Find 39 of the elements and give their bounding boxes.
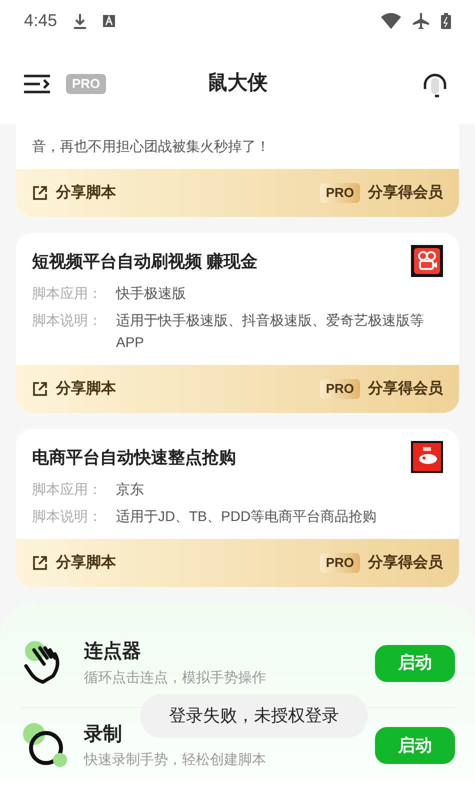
share-script-button[interactable]: 分享脚本: [32, 182, 116, 204]
status-time: 4:45: [24, 10, 58, 32]
field-label: 脚本应用：: [32, 284, 103, 303]
script-title: 短视频平台自动刷视频 赚现金: [32, 251, 258, 273]
share-member-button[interactable]: 分享得会员: [368, 182, 443, 204]
app-title: 鼠大侠: [208, 71, 268, 96]
field-label: 脚本应用：: [32, 480, 103, 499]
tool-description: 循环点击连点，模拟手势操作: [84, 668, 266, 687]
shopping-app-icon: [411, 441, 443, 473]
tool-name: 录制: [84, 722, 122, 747]
airplane-icon: [413, 13, 429, 29]
menu-icon[interactable]: [24, 74, 50, 94]
share-icon: [32, 185, 48, 201]
share-icon: [32, 555, 48, 571]
tool-description: 快速录制手势，轻松创建脚本: [84, 750, 266, 770]
script-description: 适用于JD、TB、PDD等电商平台商品抢购: [116, 507, 377, 526]
tool-name: 连点器: [84, 640, 141, 664]
share-member-button[interactable]: 分享得会员: [368, 378, 443, 400]
wifi-icon: [381, 13, 401, 29]
download-icon: [73, 13, 88, 29]
share-script-button[interactable]: 分享脚本: [32, 378, 116, 400]
app-name: 京东: [116, 480, 144, 499]
pro-badge: PRO: [320, 553, 360, 573]
script-description: 适用于快手极速版、抖音极速版、爱奇艺极速版等APP: [116, 311, 425, 352]
field-label: 脚本说明：: [32, 507, 103, 526]
pro-badge: PRO: [320, 379, 360, 399]
field-label: 脚本说明：: [32, 311, 103, 330]
app-name: 快手极速版: [116, 284, 186, 303]
video-app-icon: [411, 245, 443, 277]
toast: 登录失败，未授权登录: [140, 694, 368, 738]
share-member-button[interactable]: 分享得会员: [368, 552, 443, 574]
battery-icon: [441, 13, 451, 29]
share-icon: [32, 381, 48, 397]
pro-badge: PRO: [66, 74, 106, 94]
script-description: 音，再也不用担心团战被集火秒掉了！: [32, 137, 271, 156]
pro-badge: PRO: [320, 183, 360, 203]
share-script-button[interactable]: 分享脚本: [32, 552, 116, 574]
notification-icon: [103, 15, 116, 27]
script-title: 电商平台自动快速整点抢购: [32, 447, 236, 469]
